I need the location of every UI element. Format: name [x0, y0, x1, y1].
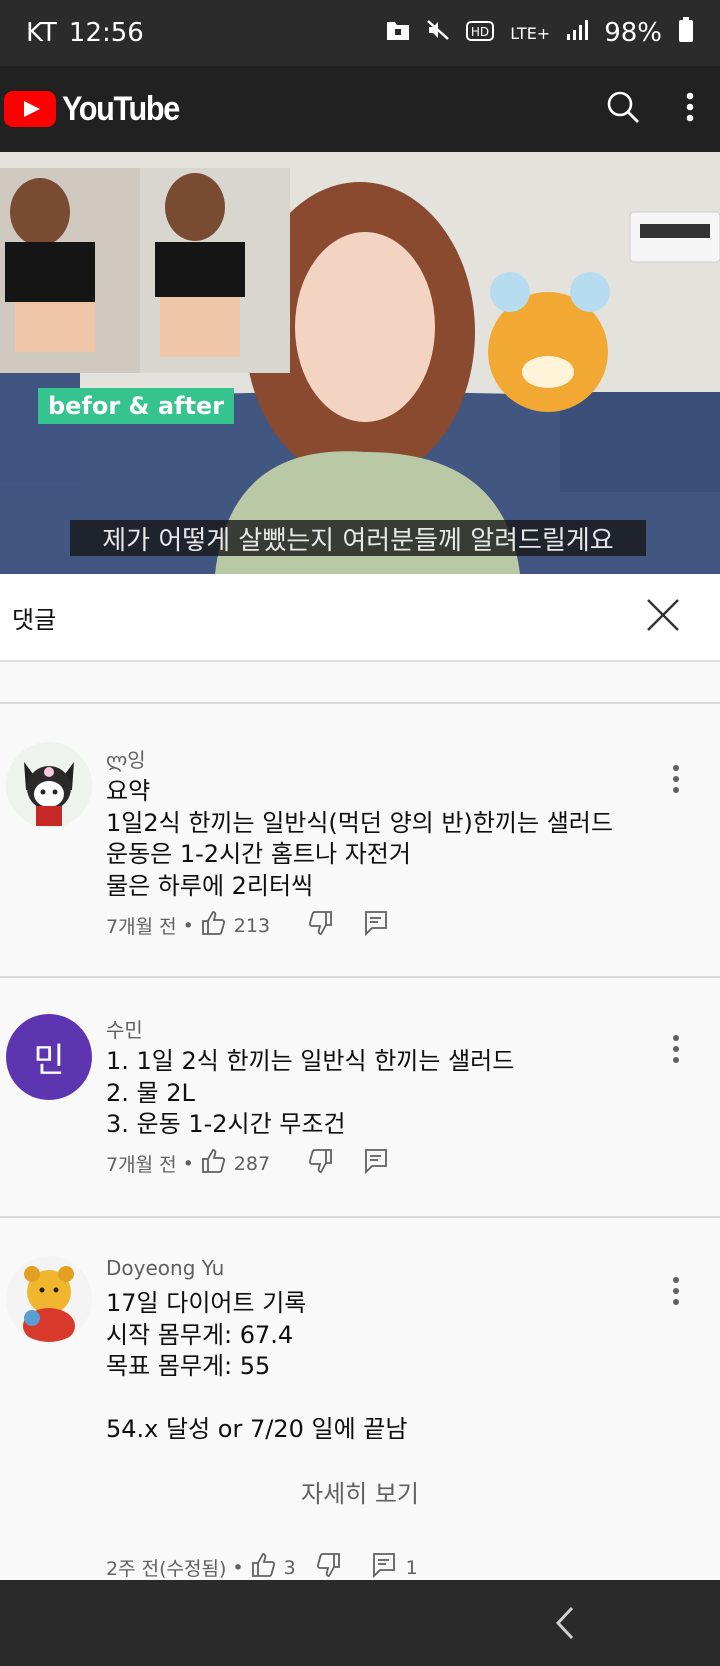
- clock: 12:56: [68, 18, 144, 48]
- video-player[interactable]: befor & after 제가 어떻게 살뺐는지 여러분들께 알려드릴게요: [0, 152, 720, 574]
- signal-icon: [566, 18, 589, 48]
- network-type: LTE+: [510, 23, 551, 43]
- comment-time: 7개월 전: [106, 1154, 177, 1176]
- app-bar: YouTube: [0, 66, 720, 152]
- comment-author[interactable]: Doyeong Yu: [106, 1256, 224, 1280]
- system-nav-bar: [0, 1580, 720, 1666]
- dot-separator: •: [182, 1152, 194, 1175]
- dislike-icon[interactable]: [308, 1148, 334, 1179]
- comment-meta: 7개월 전 • 287: [106, 1148, 388, 1179]
- battery-percent: 98%: [604, 18, 662, 48]
- dot-separator: •: [232, 1556, 244, 1579]
- comment-time: 2주 전(수정됨): [106, 1558, 227, 1580]
- like-icon[interactable]: [200, 1148, 226, 1179]
- mute-icon: [426, 18, 450, 49]
- comment-text: 1. 1일 2식 한끼는 일반식 한끼는 샐러드 2. 물 2L 3. 운동 1…: [106, 1047, 515, 1138]
- status-bar: KT 12:56 HD LTE+ 98%: [0, 0, 720, 66]
- hd-icon: HD: [466, 18, 495, 48]
- like-icon[interactable]: [250, 1552, 276, 1583]
- read-more-link[interactable]: 자세히 보기: [0, 1474, 720, 1509]
- dislike-icon[interactable]: [308, 910, 334, 941]
- svg-text:HD: HD: [471, 25, 489, 39]
- youtube-logo[interactable]: YouTube: [4, 90, 192, 129]
- video-frame: [0, 152, 720, 574]
- more-vert-icon[interactable]: [686, 92, 694, 126]
- comment-menu-icon[interactable]: [672, 1276, 680, 1310]
- reply-count: 1: [405, 1556, 418, 1579]
- back-icon[interactable]: [554, 1606, 576, 1644]
- comment-meta: 2주 전(수정됨) • 3 1: [106, 1552, 418, 1583]
- like-count: 3: [283, 1556, 296, 1579]
- comment-author[interactable]: 수민: [106, 1014, 143, 1043]
- avatar[interactable]: [6, 742, 92, 828]
- dot-separator: •: [182, 914, 194, 937]
- comment-menu-icon[interactable]: [672, 764, 680, 798]
- before-after-badge: befor & after: [38, 388, 234, 424]
- reply-icon[interactable]: [364, 910, 388, 941]
- comment-meta: 7개월 전 • 213: [106, 910, 388, 941]
- comment-item: Doyeong Yu 17일 다이어트 기록 시작 몸무게: 67.4 목표 몸…: [0, 1218, 720, 1580]
- avatar-letter: 민: [33, 1040, 65, 1081]
- carrier-label: KT: [26, 18, 57, 48]
- comment-item: 민 수민 1. 1일 2식 한끼는 일반식 한끼는 샐러드 2. 물 2L 3.…: [0, 978, 720, 1216]
- comments-title: 댓글: [12, 605, 57, 634]
- like-count: 287: [233, 1152, 271, 1175]
- youtube-wordmark: YouTube: [62, 89, 180, 128]
- comment-text: 요약 1일2식 한끼는 일반식(먹던 양의 반)한끼는 샐러드 운동은 1-2시…: [106, 777, 613, 900]
- comment-text: 17일 다이어트 기록 시작 몸무게: 67.4 목표 몸무게: 55 54.x…: [106, 1289, 408, 1443]
- comment-menu-icon[interactable]: [672, 1034, 680, 1068]
- youtube-play-icon: [4, 91, 56, 127]
- search-icon[interactable]: [606, 90, 640, 128]
- dislike-icon[interactable]: [316, 1552, 342, 1583]
- like-icon[interactable]: [200, 910, 226, 941]
- comment-author[interactable]: ლ잉: [106, 744, 146, 773]
- avatar[interactable]: 민: [6, 1014, 92, 1100]
- video-subtitle: 제가 어떻게 살뺐는지 여러분들께 알려드릴게요: [70, 520, 646, 556]
- comments-header: 댓글: [0, 574, 720, 662]
- reply-icon[interactable]: [364, 1148, 388, 1179]
- avatar[interactable]: [6, 1256, 92, 1342]
- comment-item: ლ잉 요약 1일2식 한끼는 일반식(먹던 양의 반)한끼는 샐러드 운동은 1…: [0, 704, 720, 976]
- comment-time: 7개월 전: [106, 916, 177, 938]
- battery-icon: [678, 16, 694, 50]
- reply-icon[interactable]: [372, 1552, 396, 1583]
- folder-lock-icon: [386, 18, 410, 48]
- close-icon[interactable]: [646, 598, 680, 636]
- like-count: 213: [233, 914, 271, 937]
